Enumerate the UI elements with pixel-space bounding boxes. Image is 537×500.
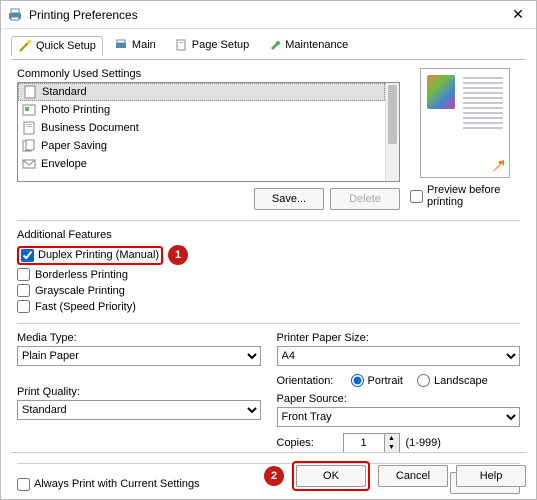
close-button[interactable]: ✕ [506,6,530,23]
cancel-button[interactable]: Cancel [378,465,448,487]
list-item[interactable]: Photo Printing [18,101,385,119]
media-type-label: Media Type: [17,332,261,344]
paper-size-label: Printer Paper Size: [277,332,521,344]
tabstrip: Quick Setup Main Page Setup Maintenance [11,35,526,60]
tab-main[interactable]: Main [107,35,163,55]
print-quality-label: Print Quality: [17,386,261,398]
orientation-label: Orientation: [277,375,337,387]
document-icon [22,121,36,135]
paper-source-label: Paper Source: [277,393,521,405]
borderless-checkbox[interactable] [17,268,30,281]
preview-label: Preview before printing [427,184,520,208]
photo-icon [22,103,36,117]
wrench-icon [267,38,281,52]
paper-source-select[interactable]: Front Tray [277,407,521,427]
tab-page-setup[interactable]: Page Setup [167,35,257,55]
print-quality-select[interactable]: Standard [17,400,261,420]
pages-icon [22,139,36,153]
help-button[interactable]: Help [456,465,526,487]
page-preview [420,68,510,178]
media-type-select[interactable]: Plain Paper [17,346,261,366]
borderless-label: Borderless Printing [35,269,128,281]
window-title: Printing Preferences [29,8,506,22]
spin-down-icon[interactable]: ▼ [385,443,399,452]
scrollbar[interactable] [385,83,399,181]
wand-icon [18,39,32,53]
tab-quick-setup[interactable]: Quick Setup [11,36,103,56]
ok-button[interactable]: OK [296,465,366,487]
paper-size-select[interactable]: A4 [277,346,521,366]
copies-label: Copies: [277,437,337,449]
annotation-badge-2: 2 [264,466,284,486]
copies-range: (1-999) [406,437,441,449]
duplex-label: Duplex Printing (Manual) [38,249,159,261]
grayscale-label: Grayscale Printing [35,285,125,297]
printer-icon [7,7,23,23]
printer-icon [114,38,128,52]
grayscale-checkbox[interactable] [17,284,30,297]
fast-label: Fast (Speed Priority) [35,301,136,313]
copies-spinner[interactable]: ▲▼ [343,433,400,453]
landscape-radio[interactable] [417,374,430,387]
save-button[interactable]: Save... [254,188,324,210]
list-item[interactable]: Paper Saving [18,137,385,155]
preview-checkbox[interactable] [410,190,423,203]
envelope-icon [22,157,36,171]
spin-up-icon[interactable]: ▲ [385,434,399,443]
page-icon [23,85,37,99]
list-item[interactable]: Standard [18,83,385,101]
settings-listbox[interactable]: Standard Photo Printing Business Documen… [17,82,400,182]
commonly-used-label: Commonly Used Settings [17,68,400,80]
portrait-radio[interactable] [351,374,364,387]
tab-maintenance[interactable]: Maintenance [260,35,355,55]
delete-button[interactable]: Delete [330,188,400,210]
list-item[interactable]: Envelope [18,155,385,173]
fast-checkbox[interactable] [17,300,30,313]
additional-features-label: Additional Features [17,229,520,241]
arrow-icon [491,159,505,173]
page-icon [174,38,188,52]
annotation-badge-1: 1 [168,245,188,265]
copies-input[interactable] [344,434,384,452]
duplex-checkbox[interactable] [21,249,34,262]
list-item[interactable]: Business Document [18,119,385,137]
